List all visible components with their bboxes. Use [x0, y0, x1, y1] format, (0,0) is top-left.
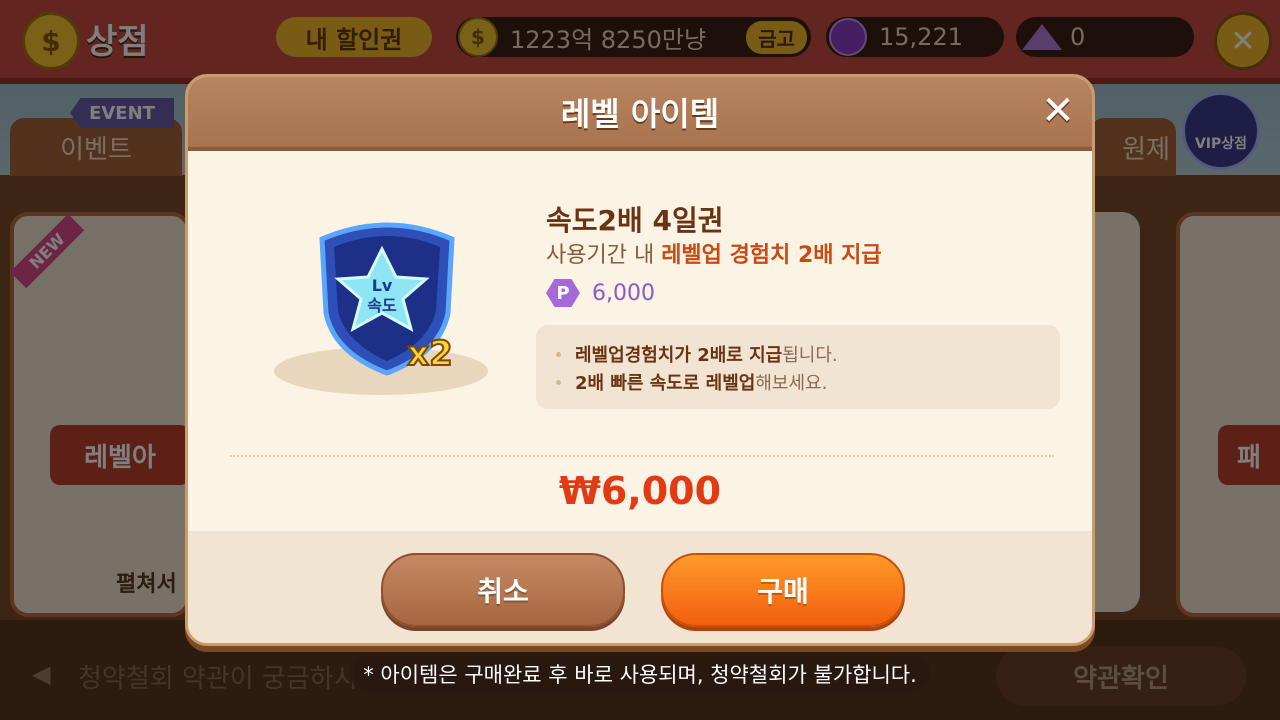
modal-header: 레벨 아이템: [188, 77, 1092, 151]
modal-title: 레벨 아이템: [560, 95, 720, 133]
total-price: ₩6,000: [558, 469, 722, 513]
modal-close-button[interactable]: ✕: [1040, 91, 1076, 131]
icon-multiplier: x2: [407, 334, 453, 374]
item-name: 속도2배 4일권: [546, 204, 724, 237]
item-description: 사용기간 내 레벨업 경험치 2배 지급: [546, 243, 882, 268]
divider: [230, 455, 1054, 457]
point-price-value: 6,000: [592, 280, 655, 306]
buy-button[interactable]: 구매: [661, 553, 905, 627]
info-box: 레벨업 경험치가 2배로 지급 됩니다. 2배 빠른 속도로 레벨업 해보세요.: [536, 325, 1060, 409]
icon-lv-text: Lv: [372, 276, 393, 295]
speed-shield-icon: Lv 속도 x2: [312, 217, 462, 381]
cancel-button[interactable]: 취소: [381, 553, 625, 627]
close-icon: ✕: [1041, 88, 1075, 134]
info-line-2: 2배 빠른 속도로 레벨업 해보세요.: [556, 369, 827, 395]
modal-footer: [188, 531, 1092, 643]
purchase-modal: 레벨 아이템 ✕ Lv 속도 x2 속도2배 4일권 사용기간 내 레벨업 경험…: [185, 74, 1095, 646]
point-price: P 6,000: [546, 279, 655, 307]
info-line-1: 레벨업 경험치가 2배로 지급 됩니다.: [556, 341, 838, 367]
toast-message: * 아이템은 구매완료 후 바로 사용되며, 청약철회가 불가합니다.: [350, 656, 930, 692]
icon-speed-text: 속도: [367, 296, 397, 315]
point-badge-icon: P: [546, 279, 580, 307]
